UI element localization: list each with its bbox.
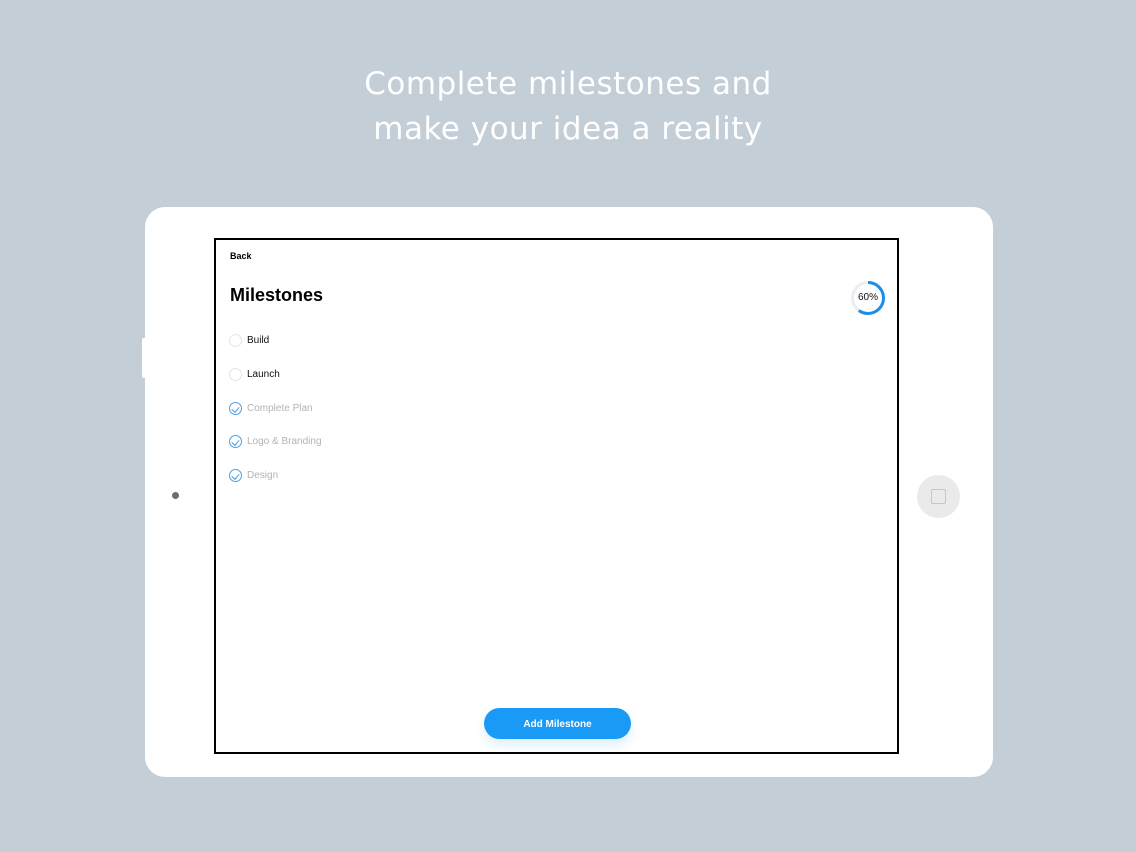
milestone-item[interactable]: Launch xyxy=(229,358,322,392)
app-screen: Back Milestones 60% Build Launch Complet… xyxy=(214,238,899,754)
milestone-label: Build xyxy=(247,335,270,347)
home-button-icon xyxy=(917,475,960,518)
milestone-label: Logo & Branding xyxy=(247,436,322,448)
home-square-icon xyxy=(931,489,946,504)
milestone-item[interactable]: Design xyxy=(229,459,322,493)
back-button[interactable]: Back xyxy=(230,251,252,261)
camera-icon xyxy=(172,492,179,499)
marketing-headline: Complete milestones and make your idea a… xyxy=(0,62,1136,152)
add-milestone-button[interactable]: Add Milestone xyxy=(484,708,631,739)
check-circle-icon[interactable] xyxy=(229,435,242,449)
check-circle-icon[interactable] xyxy=(229,469,242,483)
progress-ring: 60% xyxy=(850,280,886,316)
progress-label: 60% xyxy=(857,292,878,303)
milestone-item[interactable]: Logo & Branding xyxy=(229,425,322,459)
check-circle-icon[interactable] xyxy=(229,401,242,415)
headline-line-1: Complete milestones and xyxy=(364,66,772,102)
empty-circle-icon[interactable] xyxy=(229,334,242,348)
milestone-label: Launch xyxy=(247,369,280,381)
milestone-item[interactable]: Complete Plan xyxy=(229,391,322,425)
empty-circle-icon[interactable] xyxy=(229,368,242,382)
milestone-item[interactable]: Build xyxy=(229,324,322,358)
milestone-label: Design xyxy=(247,470,279,482)
page-title: Milestones xyxy=(230,285,324,305)
headline-line-2: make your idea a reality xyxy=(373,111,763,147)
milestone-list: Build Launch Complete Plan Logo & Brandi… xyxy=(229,324,322,492)
milestone-label: Complete Plan xyxy=(247,402,313,414)
